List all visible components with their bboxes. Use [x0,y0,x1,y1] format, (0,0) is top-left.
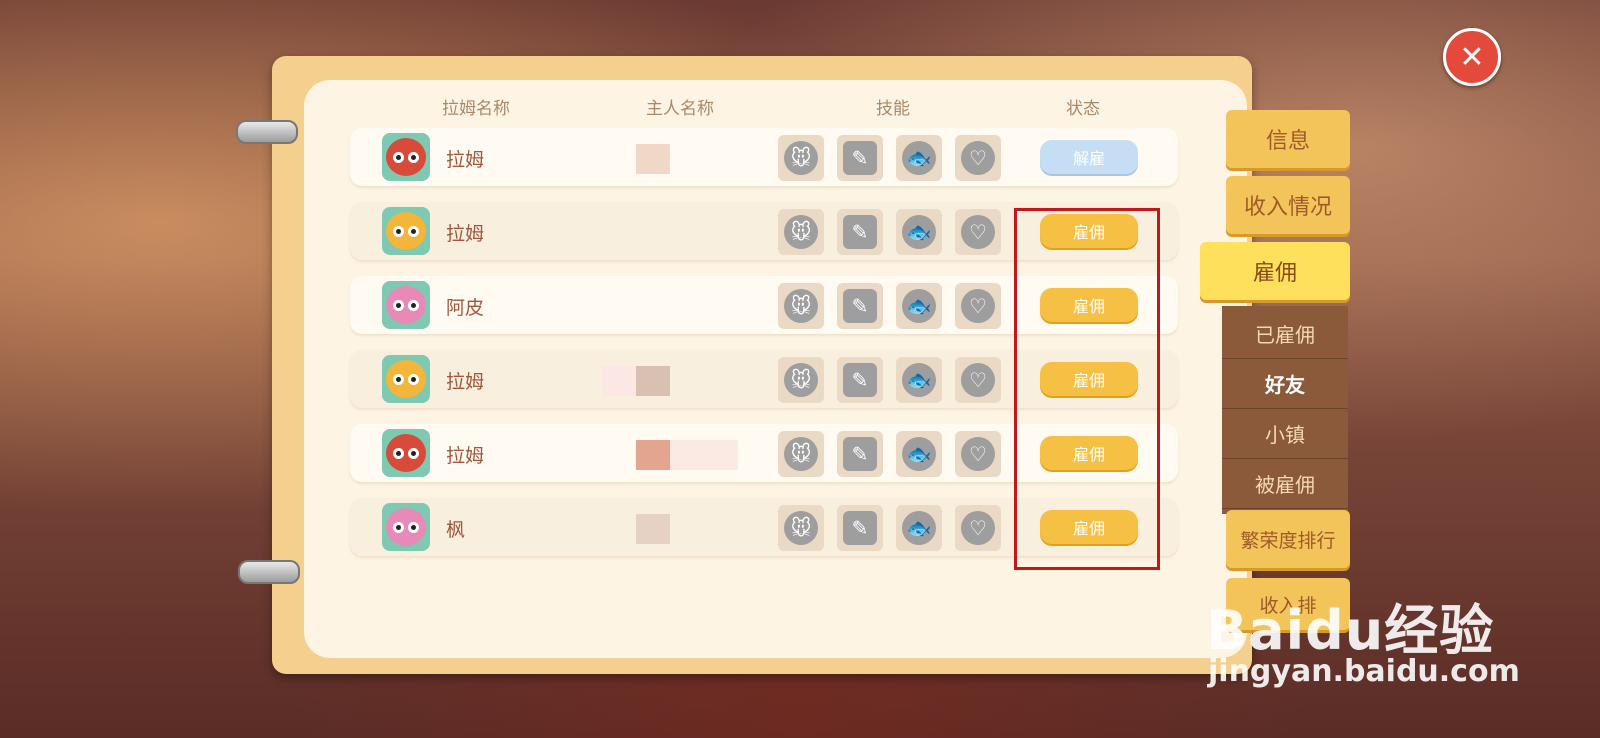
heart-icon[interactable]: ♡ [955,505,1001,551]
tab-prosperity[interactable]: 繁荣度排行 [1226,510,1350,568]
mouse-icon[interactable]: 🐭 [778,283,824,329]
ram-name: 阿皮 [446,297,485,319]
heart-icon[interactable]: ♡ [955,135,1001,181]
heart-icon[interactable]: ♡ [955,209,1001,255]
notebook-icon[interactable]: ✎ [837,135,883,181]
binder-ring [238,560,300,584]
ram-avatar [382,207,430,255]
ram-name: 拉姆 [446,445,485,467]
ram-row[interactable]: 拉姆 🐭 ✎ 🐟 ♡ 解雇 [350,128,1178,186]
header-skills: 技能 [876,99,910,119]
fish-icon[interactable]: 🐟 [896,283,942,329]
owner-name-blurred [636,144,670,174]
close-button[interactable]: ✕ [1443,28,1501,86]
notebook-icon[interactable]: ✎ [837,431,883,477]
mouse-icon[interactable]: 🐭 [778,135,824,181]
heart-icon[interactable]: ♡ [955,431,1001,477]
header-ram-name: 拉姆名称 [442,99,510,119]
subtab-friends[interactable]: 好友 [1222,358,1348,409]
heart-icon[interactable]: ♡ [955,283,1001,329]
notebook-icon[interactable]: ✎ [837,505,883,551]
fish-icon[interactable]: 🐟 [896,209,942,255]
ram-name: 拉姆 [446,223,485,245]
heart-icon[interactable]: ♡ [955,357,1001,403]
subtab-hired-by[interactable]: 被雇佣 [1222,458,1348,509]
ram-avatar [382,355,430,403]
ram-avatar [382,503,430,551]
header-owner-name: 主人名称 [646,99,714,119]
fish-icon[interactable]: 🐟 [896,135,942,181]
fish-icon[interactable]: 🐟 [896,505,942,551]
subtab-town[interactable]: 小镇 [1222,408,1348,459]
mouse-icon[interactable]: 🐭 [778,357,824,403]
owner-name-blurred [670,440,738,470]
mouse-icon[interactable]: 🐭 [778,209,824,255]
tab-income[interactable]: 收入情况 [1226,176,1350,234]
ram-avatar [382,429,430,477]
notebook-icon[interactable]: ✎ [837,357,883,403]
owner-name-blurred [636,440,670,470]
ram-name: 拉姆 [446,149,485,171]
ram-avatar [382,281,430,329]
fish-icon[interactable]: 🐟 [896,357,942,403]
fish-icon[interactable]: 🐟 [896,431,942,477]
notebook-icon[interactable]: ✎ [837,283,883,329]
tab-hire[interactable]: 雇佣 [1200,242,1350,300]
mouse-icon[interactable]: 🐭 [778,431,824,477]
status-highlight-box [1014,208,1160,570]
watermark-url: jingyan.baidu.com [1208,654,1520,689]
owner-name-blurred [602,366,636,396]
ram-avatar [382,133,430,181]
fire-button[interactable]: 解雇 [1040,140,1138,174]
ram-name: 拉姆 [446,371,485,393]
owner-name-blurred [636,514,670,544]
mouse-icon[interactable]: 🐭 [778,505,824,551]
owner-name-blurred [636,366,670,396]
header-status: 状态 [1066,99,1100,119]
binder-ring [236,120,298,144]
subtab-hired[interactable]: 已雇佣 [1222,308,1348,359]
tab-info[interactable]: 信息 [1226,110,1350,168]
notebook-icon[interactable]: ✎ [837,209,883,255]
ram-name: 枫 [446,519,466,541]
